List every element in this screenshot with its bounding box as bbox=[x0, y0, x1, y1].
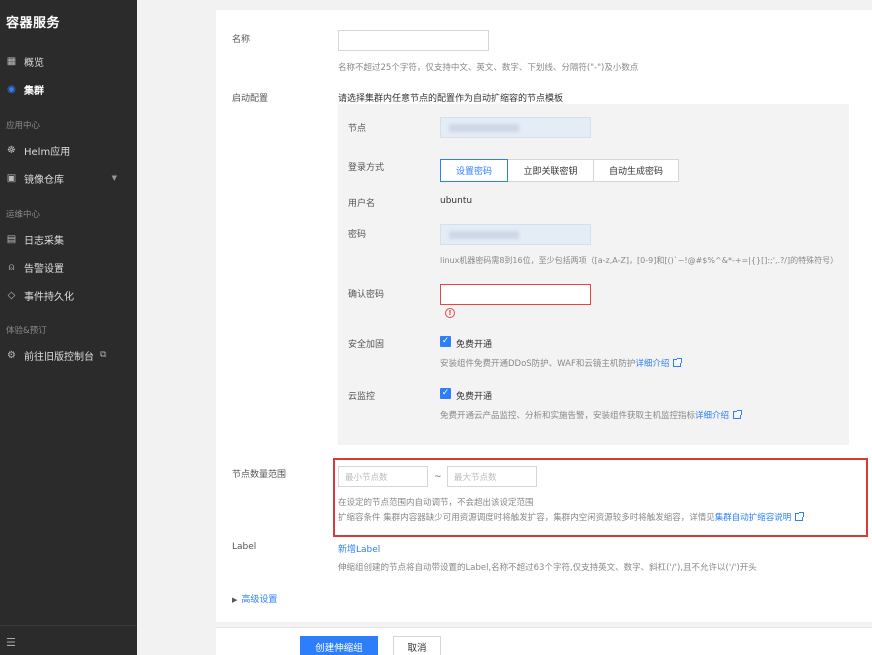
sidebar-title: 容器服务 bbox=[6, 16, 61, 31]
security-checkbox-label: 免费开通 bbox=[456, 340, 493, 350]
error-icon: ! bbox=[445, 308, 455, 318]
external-link-icon bbox=[733, 410, 743, 419]
login-method-label: 登录方式 bbox=[348, 163, 385, 173]
sidebar-item-registry[interactable]: ▣ 镜像仓库 ▼ bbox=[0, 167, 137, 189]
alarm-icon: ⍝ bbox=[8, 261, 15, 273]
sidebar-item-label: 概览 bbox=[24, 57, 44, 69]
chevron-down-icon: ▼ bbox=[111, 174, 117, 182]
security-detail-link[interactable]: 详细介绍 bbox=[635, 359, 669, 369]
sidebar-item-cluster[interactable]: ◉ 集群 bbox=[0, 78, 137, 100]
monitor-detail-link[interactable]: 详细介绍 bbox=[695, 411, 729, 421]
sidebar-group-experience: 体验&预订 bbox=[6, 326, 47, 336]
launch-config-box bbox=[338, 104, 849, 445]
monitor-hint-text: 免费开通云产品监控、分析和实施告警，安装组件获取主机监控指标 bbox=[440, 411, 696, 421]
security-hint-text: 安装组件免费开通DDoS防护、WAF和云镜主机防护 bbox=[440, 359, 636, 369]
sidebar-item-log[interactable]: ▤ 日志采集 bbox=[0, 228, 137, 250]
login-option-auto-password[interactable]: 自动生成密码 bbox=[593, 159, 679, 182]
sidebar-item-label: 集群 bbox=[24, 85, 44, 97]
external-link-icon bbox=[673, 358, 683, 367]
sidebar-item-label: Helm应用 bbox=[24, 146, 71, 158]
sidebar-group-ops: 运维中心 bbox=[6, 210, 41, 220]
monitor-checkbox[interactable]: ✓ bbox=[440, 388, 451, 399]
name-label: 名称 bbox=[232, 35, 251, 45]
helm-icon: ☸ bbox=[7, 144, 16, 156]
sidebar-item-label: 事件持久化 bbox=[24, 291, 74, 303]
login-option-set-password[interactable]: 设置密码 bbox=[440, 159, 508, 182]
sidebar-group-app: 应用中心 bbox=[6, 121, 41, 131]
login-option-ssh-key[interactable]: 立即关联密钥 bbox=[507, 159, 594, 182]
advanced-settings-label: 高级设置 bbox=[241, 595, 278, 605]
sidebar-item-label: 日志采集 bbox=[24, 235, 64, 247]
label-section-label: Label bbox=[232, 542, 257, 552]
username-label: 用户名 bbox=[348, 199, 376, 209]
monitor-hint: 免费开通云产品监控、分析和实施告警，安装组件获取主机监控指标详细介绍 bbox=[440, 409, 743, 421]
password-input[interactable] bbox=[440, 224, 591, 245]
event-icon: ◇ bbox=[7, 289, 16, 301]
password-label: 密码 bbox=[348, 230, 367, 240]
security-checkbox[interactable]: ✓ bbox=[440, 336, 451, 347]
cancel-button[interactable]: 取消 bbox=[393, 636, 441, 655]
username-value: ubuntu bbox=[440, 196, 473, 206]
launch-config-hint: 请选择集群内任意节点的配置作为自动扩缩容的节点模板 bbox=[338, 94, 564, 104]
password-hint: linux机器密码需8到16位，至少包括两项（[a-z,A-Z]，[0-9]和[… bbox=[440, 256, 839, 265]
console-icon: ⚙ bbox=[7, 349, 16, 361]
sidebar-item-old-console[interactable]: ⚙ 前往旧版控制台 ⧉ bbox=[0, 344, 137, 366]
caret-right-icon: ▶ bbox=[232, 596, 238, 604]
label-hint: 伸缩组创建的节点将自动带设置的Label,名称不超过63个字符,仅支持英文、数字… bbox=[338, 563, 757, 573]
monitor-label: 云监控 bbox=[348, 392, 376, 402]
sidebar-item-label: 前往旧版控制台 bbox=[24, 351, 94, 363]
collapse-menu-icon[interactable]: ☰ bbox=[6, 636, 16, 649]
node-range-label: 节点数量范围 bbox=[232, 470, 287, 480]
security-hint: 安装组件免费开通DDoS防护、WAF和云镜主机防护详细介绍 bbox=[440, 357, 683, 369]
log-icon: ▤ bbox=[6, 233, 17, 245]
sidebar-item-label: 镜像仓库 bbox=[24, 174, 64, 186]
launch-config-label: 启动配置 bbox=[232, 94, 269, 104]
name-input[interactable] bbox=[338, 30, 489, 51]
sidebar: 容器服务 ▦ 概览 ◉ 集群 应用中心 ☸ Helm应用 ▣ 镜像仓库 ▼ 运维… bbox=[0, 0, 137, 655]
confirm-password-input[interactable] bbox=[440, 284, 591, 305]
security-label: 安全加固 bbox=[348, 340, 385, 350]
sidebar-item-alarm[interactable]: ⍝ 告警设置 bbox=[0, 256, 137, 278]
confirm-password-label: 确认密码 bbox=[348, 290, 385, 300]
advanced-settings-toggle[interactable]: ▶ 高级设置 bbox=[232, 592, 277, 605]
sidebar-item-label: 告警设置 bbox=[24, 263, 64, 275]
monitor-checkbox-label: 免费开通 bbox=[456, 392, 493, 402]
sidebar-item-event[interactable]: ◇ 事件持久化 bbox=[0, 284, 137, 306]
create-button[interactable]: 创建伸缩组 bbox=[300, 636, 378, 655]
cluster-icon: ◉ bbox=[7, 83, 16, 95]
add-label-link[interactable]: 新增Label bbox=[338, 542, 380, 555]
sidebar-item-helm[interactable]: ☸ Helm应用 bbox=[0, 139, 137, 161]
node-select[interactable] bbox=[440, 117, 591, 138]
highlight-frame bbox=[333, 458, 868, 537]
registry-icon: ▣ bbox=[6, 172, 17, 184]
external-link-icon: ⧉ bbox=[100, 350, 107, 360]
sidebar-footer: ☰ bbox=[0, 625, 137, 655]
name-hint: 名称不超过25个字符，仅支持中文、英文、数字、下划线、分隔符("-")及小数点 bbox=[338, 63, 639, 73]
grid-icon: ▦ bbox=[6, 55, 17, 67]
node-label: 节点 bbox=[348, 124, 367, 134]
sidebar-item-overview[interactable]: ▦ 概览 bbox=[0, 50, 137, 72]
